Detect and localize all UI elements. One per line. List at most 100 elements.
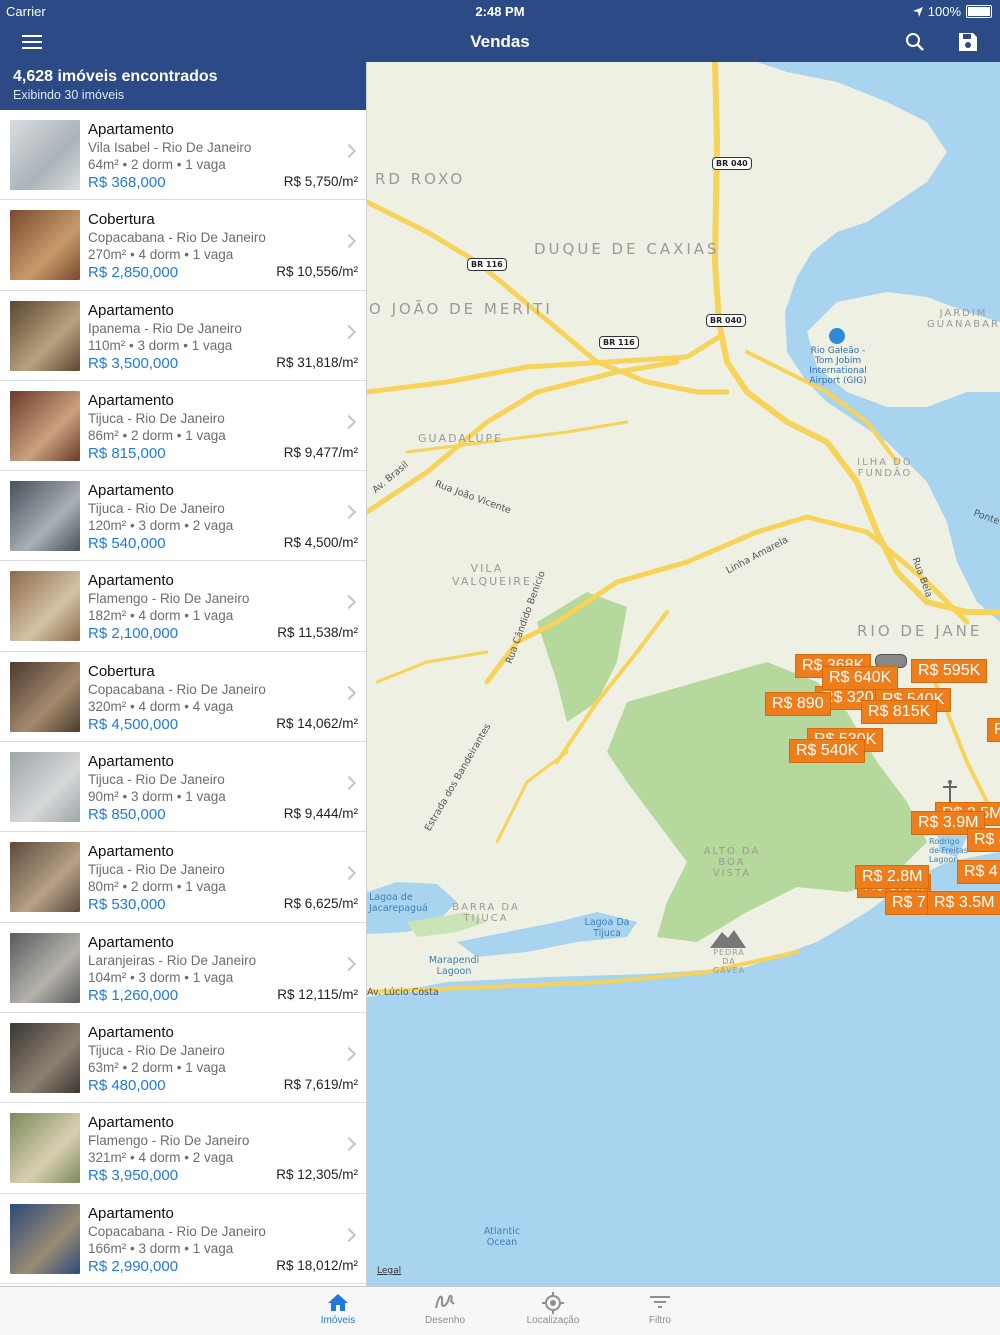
area-label-sao-joao-de-meriti: O JOÃO DE MERITI [369,300,553,318]
price-marker[interactable]: R$ 815K [861,700,938,724]
listing-price: R$ 4,500,000 [88,715,179,733]
listing-type: Apartamento [88,121,174,138]
chevron-right-icon [341,776,357,791]
tab-imoveis[interactable]: Imóveis [298,1287,378,1335]
highway-shield-br040: BR 040 [706,314,746,327]
highway-shield-br116: BR 116 [599,336,639,349]
listing-photo [10,842,80,913]
listing-price: R$ 368,000 [88,174,166,191]
tab-filtro[interactable]: Filtro [620,1287,700,1335]
tab-label: Desenho [424,1315,466,1326]
chevron-right-icon [341,414,357,429]
legal-link[interactable]: Legal [377,1266,401,1276]
listing-details: 104m² • 3 dorm • 1 vaga [88,969,234,985]
price-marker[interactable]: R$ 540K [789,739,866,763]
listing-price: R$ 815,000 [88,444,166,462]
listing-location: Vila Isabel - Rio De Janeiro [88,140,252,155]
listing-item[interactable]: Cobertura Copacabana - Rio De Janeiro 270m… [0,200,366,291]
area-label-rd-roxo: RD ROXO [375,170,466,188]
area-label-guadalupe: GUADALUPE [418,432,504,445]
airport-label: Rio Galeão - Tom Jobim International Air… [809,346,867,386]
listing-price-per-m2: R$ 7,619/m² [283,1076,358,1092]
chevron-right-icon [341,866,357,881]
price-marker[interactable]: R$ 4 [957,860,1000,884]
listing-location: Tijuca - Rio De Janeiro [88,772,225,788]
price-marker[interactable]: R$ 7 [885,891,933,915]
chevron-right-icon [341,1046,357,1062]
filter-icon [650,1296,670,1308]
price-marker[interactable]: R$ 595K [911,659,988,683]
area-label-rio-de-janeiro: RIO DE JANE [857,622,983,640]
listing-price: R$ 3,500,000 [88,354,179,372]
listing-location: Copacabana - Rio De Janeiro [88,681,266,697]
listing-item[interactable]: Apartamento Tijuca - Rio De Janeiro 120m² … [0,471,366,562]
area-label-barra-da-tijuca: BARRA DA TIJUCA [452,902,520,924]
listing-location: Flamengo - Rio De Janeiro [88,591,250,607]
listing-photo [10,661,80,732]
listing-details: 270m² • 4 dorm • 1 vaga [88,247,234,263]
listing-list: Apartamento Vila Isabel - Rio De Janeiro 6… [0,110,366,1284]
price-marker[interactable]: R$ 890 [765,692,831,716]
price-marker[interactable]: R$ 4.5M [967,828,1000,852]
tab-localizacao[interactable]: Localização [513,1287,593,1335]
listing-details: 182m² • 4 dorm • 1 vaga [88,608,234,624]
map-view[interactable]: RD ROXO DUQUE DE CAXIAS O JOÃO DE MERITI… [367,62,1000,1286]
tab-desenho[interactable]: Desenho [405,1287,485,1335]
listing-item[interactable]: Apartamento Flamengo - Rio De Janeiro 321m… [0,1103,366,1194]
price-marker[interactable]: R$ 3.5M [927,891,1000,915]
listing-photo [10,1203,80,1274]
results-summary: 4,628 imóveis encontrados Exibindo 30 im… [0,62,366,110]
price-marker[interactable]: R$ 640K [822,666,899,690]
listing-photo [10,481,80,552]
listing-price-per-m2: R$ 9,477/m² [283,444,358,460]
location-target-icon [542,1292,564,1314]
battery-icon [966,5,992,18]
listing-location: Tijuca - Rio De Janeiro [88,1042,225,1058]
battery-percent: 100% [927,4,961,19]
listing-photo [10,1113,80,1184]
listing-location: Copacabana - Rio De Janeiro [88,230,266,246]
chevron-right-icon [341,1227,357,1242]
listing-price-per-m2: R$ 12,115/m² [277,986,358,1002]
tab-bar: Imóveis Desenho Localização Filtro [0,1286,1000,1335]
listing-type: Apartamento [88,482,174,500]
listing-item[interactable]: Apartamento Vila Isabel - Rio De Janeiro 6… [0,110,366,201]
listing-item[interactable]: Apartamento Tijuca - Rio De Janeiro 80m² •… [0,832,366,923]
listing-item[interactable]: Apartamento Flamengo - Rio De Janeiro 182m… [0,561,366,652]
listing-price-per-m2: R$ 10,556/m² [276,264,358,280]
highway-shield-br116: BR 116 [467,258,507,271]
listing-photo [10,300,80,371]
area-label-vila-valqueire: VILA VALQUEIRE [452,562,532,588]
listing-item[interactable]: Apartamento Laranjeiras - Rio De Janeiro 1… [0,923,366,1013]
listing-location: Ipanema - Rio De Janeiro [88,320,242,336]
status-bar: Carrier 2:48 PM 100% [0,0,1000,22]
chevron-right-icon [341,143,357,159]
listing-item[interactable]: Apartamento Tijuca - Rio De Janeiro 90m² •… [0,742,366,833]
listing-type: Apartamento [88,1023,174,1041]
listing-type: Apartamento [88,1114,174,1132]
price-marker[interactable]: R$ 2.8M [855,865,930,889]
chevron-right-icon [341,1137,357,1152]
navigation-bar: Vendas [0,22,1000,62]
price-marker[interactable]: R$ 1 [987,718,1000,742]
search-icon[interactable] [899,26,931,58]
chevron-right-icon [341,234,357,249]
listing-price-per-m2: R$ 31,818/m² [276,354,358,370]
floppy-disk-icon[interactable] [952,26,984,58]
listing-item[interactable]: Apartamento Copacabana - Rio De Janeiro 16… [0,1194,366,1284]
listing-price: R$ 2,100,000 [88,625,179,643]
results-count: 4,628 imóveis encontrados [13,68,218,85]
listing-item[interactable]: Apartamento Tijuca - Rio De Janeiro 63m² •… [0,1013,366,1104]
listing-price: R$ 530,000 [88,896,166,914]
listing-price-per-m2: R$ 5,750/m² [283,174,358,189]
listing-item[interactable]: Apartamento Tijuca - Rio De Janeiro 86m² •… [0,381,366,472]
tab-label: Localização [526,1315,580,1326]
water-label-atlantic-ocean: Atlantic Ocean [483,1226,521,1248]
listing-type: Apartamento [88,843,174,861]
listing-item[interactable]: Cobertura Copacabana - Rio De Janeiro 320m… [0,652,366,743]
listing-details: 120m² • 3 dorm • 2 vaga [88,518,234,534]
chevron-right-icon [341,595,357,610]
listing-photo [10,932,80,1003]
listing-location: Tijuca - Rio De Janeiro [88,410,225,426]
listing-item[interactable]: Apartamento Ipanema - Rio De Janeiro 110m²… [0,291,366,381]
